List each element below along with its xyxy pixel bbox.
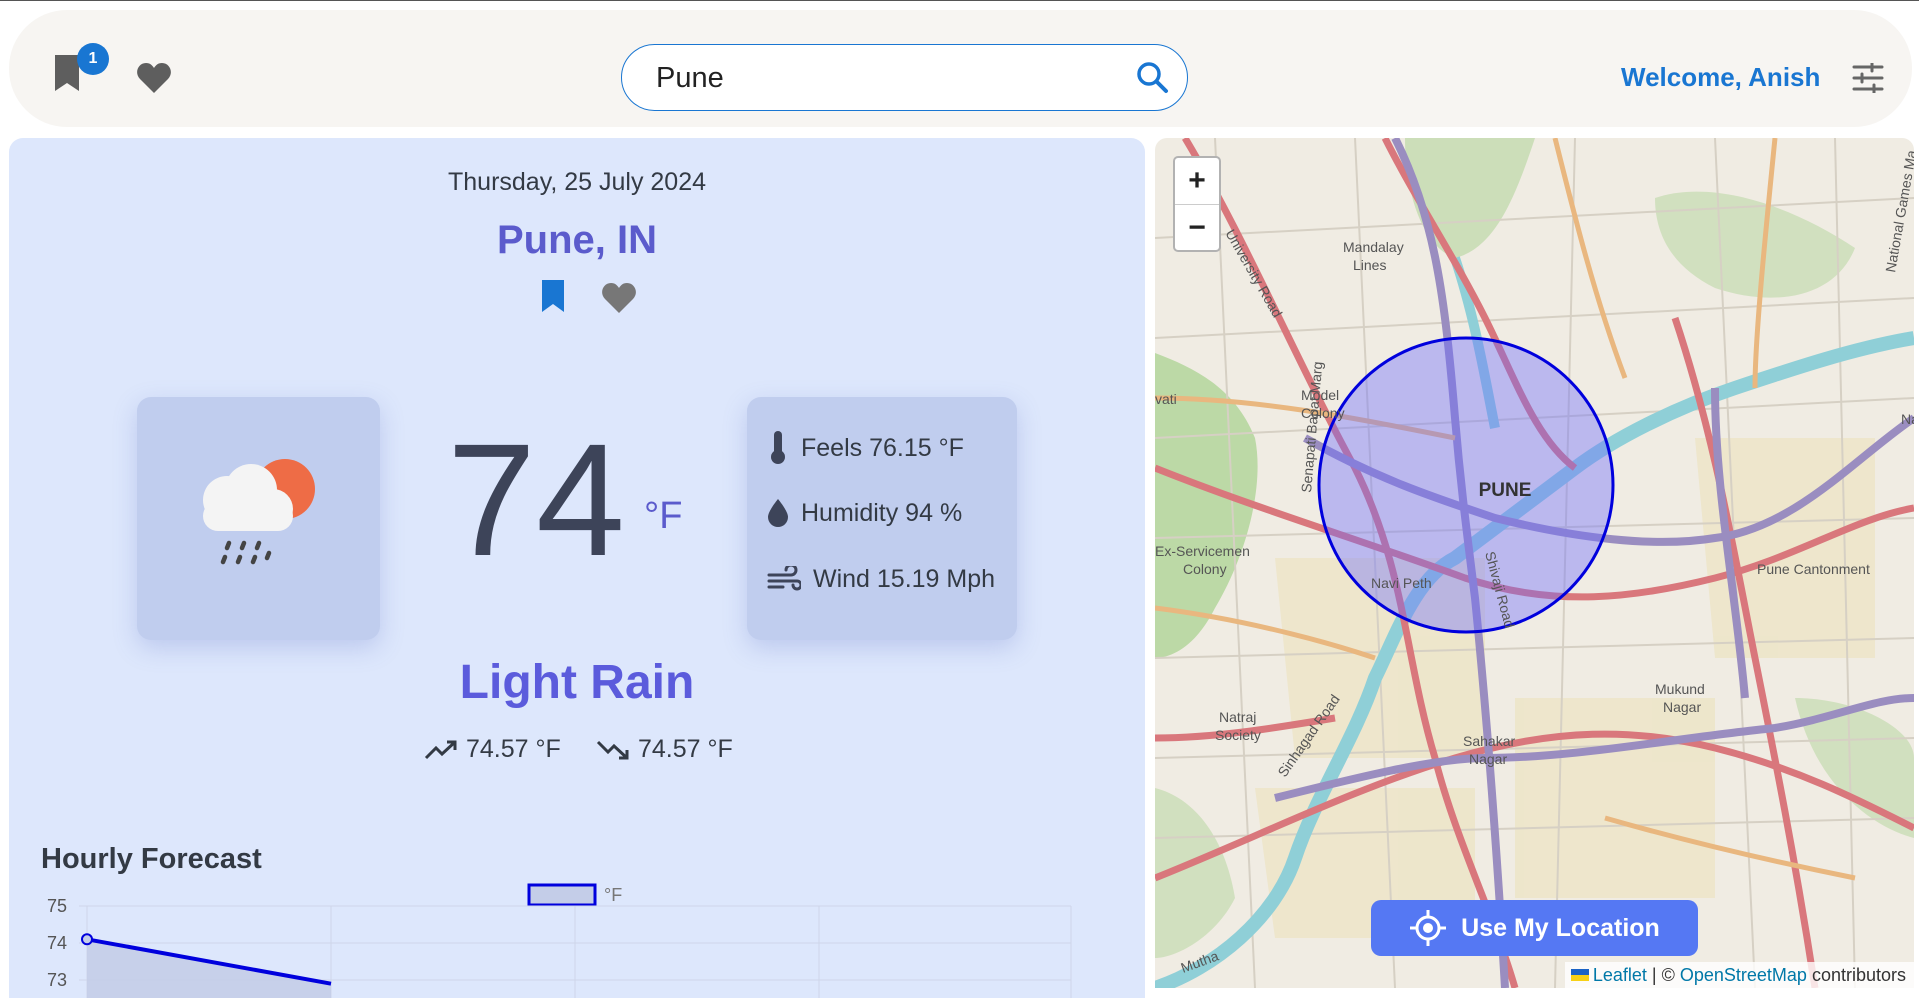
- wind-text: Wind 15.19 Mph: [813, 565, 996, 593]
- city-name: Pune, IN: [496, 218, 658, 262]
- search-box[interactable]: [621, 44, 1188, 111]
- wind-row: Wind 15.19 Mph: [767, 565, 995, 594]
- rain-cloud-sun-icon: [203, 459, 315, 565]
- high-temp-text: 74.57 °F: [466, 735, 561, 763]
- top-bar: 1 Welcome, Anish: [9, 10, 1912, 127]
- map-attribution: Leaflet | © OpenStreetMap contributors: [1564, 962, 1914, 988]
- map-tiles[interactable]: Mandalay Lines Model Colony vati Ex-Serv…: [1155, 138, 1914, 988]
- temperature-unit: °F: [644, 495, 683, 537]
- chart-legend-label: °F: [604, 885, 622, 905]
- use-my-location-button[interactable]: Use My Location: [1371, 900, 1698, 956]
- openstreetmap-link[interactable]: OpenStreetMap: [1680, 965, 1807, 986]
- map-label-ex-servicemen-1: Ex-Servicemen: [1155, 543, 1250, 559]
- low-temp-text: 74.57 °F: [638, 735, 733, 763]
- map-label-national-games: National Games Ma: [1882, 149, 1914, 274]
- map-label-university-road: University Road: [1222, 227, 1285, 321]
- hourly-forecast-title: Hourly Forecast: [41, 843, 262, 875]
- map-label-pune-cantonment: Pune Cantonment: [1757, 561, 1870, 577]
- chart-legend-swatch: [527, 883, 597, 907]
- settings-sliders-icon[interactable]: [1852, 63, 1884, 93]
- current-weather-card: Thursday, 25 July 2024 Pune, IN 74 °F Fe…: [9, 138, 1145, 998]
- map-label-vati: vati: [1155, 391, 1177, 407]
- search-input[interactable]: [654, 57, 1118, 99]
- ukraine-flag-icon: [1570, 969, 1589, 981]
- favorite-city-heart-icon[interactable]: [601, 282, 637, 314]
- welcome-user-link[interactable]: Welcome, Anish: [1621, 62, 1820, 93]
- map-label-sahakar-1: Sahakar: [1463, 733, 1515, 749]
- current-temperature: 74: [447, 410, 625, 589]
- feels-like-text: Feels 76.15 °F: [801, 433, 964, 462]
- map-label-natraj-2: Society: [1215, 727, 1261, 743]
- weather-icon-box: [137, 397, 380, 640]
- chart-area-fill: [87, 939, 331, 998]
- attribution-contributors: contributors: [1806, 964, 1906, 985]
- favorites-heart-icon[interactable]: [136, 62, 172, 94]
- low-temp: 74.57 °F: [596, 735, 733, 764]
- trending-down-icon: [596, 740, 629, 759]
- map-label-mandalay: Mandalay: [1343, 239, 1404, 255]
- chart-y-tick: 73: [47, 970, 67, 990]
- zoom-out-button[interactable]: −: [1175, 205, 1219, 251]
- map-label-pune: PUNE: [1479, 480, 1532, 501]
- city-radius-circle[interactable]: [1317, 336, 1615, 634]
- map-label-natraj-1: Natraj: [1219, 709, 1256, 725]
- bookmark-city-icon[interactable]: [540, 280, 566, 312]
- map-label-lines: Lines: [1353, 257, 1386, 273]
- trending-up-icon: [424, 740, 457, 759]
- chart-y-tick: 74: [47, 933, 67, 953]
- wind-icon: [767, 565, 801, 590]
- feels-like-row: Feels 76.15 °F: [767, 431, 964, 465]
- high-temp: 74.57 °F: [424, 735, 561, 764]
- humidity-text: Humidity 94 %: [801, 498, 963, 527]
- bookmarks-count-badge: 1: [77, 43, 109, 75]
- weather-details-box: Feels 76.15 °F Humidity 94 % Wind 15.19 …: [747, 397, 1017, 640]
- chart-y-tick: 75: [47, 896, 67, 916]
- map-panel[interactable]: Mandalay Lines Model Colony vati Ex-Serv…: [1155, 138, 1914, 988]
- thermometer-icon: [771, 431, 785, 464]
- map-label-mukund-1: Mukund: [1655, 681, 1705, 697]
- map-label-mukund-2: Nagar: [1663, 699, 1701, 715]
- search-icon[interactable]: [1135, 60, 1169, 94]
- humidity-row: Humidity 94 %: [767, 498, 962, 528]
- my-location-icon: [1410, 910, 1447, 946]
- attribution-separator: | ©: [1646, 964, 1680, 985]
- zoom-in-button[interactable]: +: [1175, 158, 1219, 205]
- humidity-drop-icon: [768, 499, 788, 527]
- map-label-navi-peth: Navi Peth: [1371, 575, 1432, 591]
- hourly-forecast-chart: °F 75 74 73: [47, 883, 1072, 998]
- map-label-nagar-edge: Nagar: [1901, 411, 1914, 427]
- leaflet-link[interactable]: Leaflet: [1593, 965, 1647, 986]
- chart-point: [81, 933, 93, 946]
- map-label-ex-servicemen-2: Colony: [1183, 561, 1227, 577]
- map-zoom-control: + −: [1173, 156, 1221, 252]
- map-label-sahakar-2: Nagar: [1469, 751, 1507, 767]
- weather-condition: Light Rain: [459, 656, 695, 709]
- current-date: Thursday, 25 July 2024: [447, 168, 707, 196]
- use-my-location-label: Use My Location: [1461, 913, 1660, 942]
